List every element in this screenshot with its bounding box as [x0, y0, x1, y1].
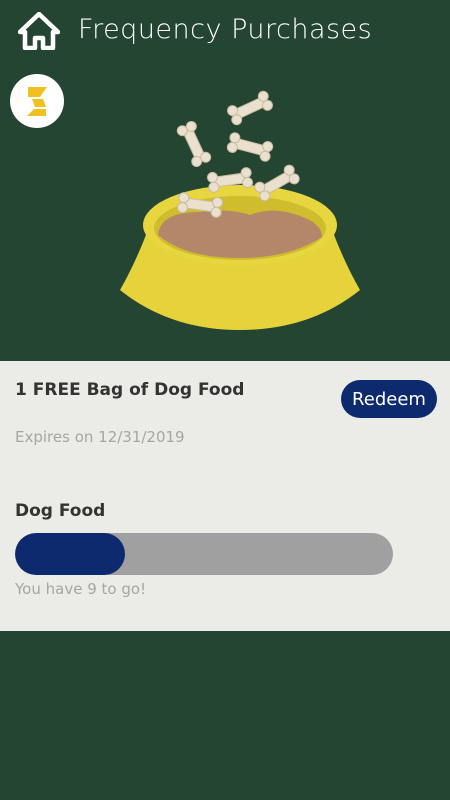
progress-bar [15, 533, 393, 575]
dog-bowl-illustration [120, 90, 360, 330]
home-button[interactable] [17, 11, 61, 51]
progress-label: Dog Food [15, 501, 106, 521]
redeem-button[interactable]: Redeem [341, 380, 437, 418]
page-title: Frequency Purchases [78, 14, 373, 45]
app-header: Frequency Purchases [0, 0, 450, 62]
expiry-date: Expires on 12/31/2019 [15, 428, 185, 446]
brand-logo-icon [27, 87, 47, 116]
reward-title: 1 FREE Bag of Dog Food [15, 380, 245, 400]
progress-bar-fill [15, 533, 125, 575]
progress-status: You have 9 to go! [15, 580, 147, 598]
reward-card: 1 FREE Bag of Dog Food Redeem Expires on… [0, 361, 450, 631]
home-icon [17, 11, 61, 51]
brand-logo [10, 74, 64, 128]
